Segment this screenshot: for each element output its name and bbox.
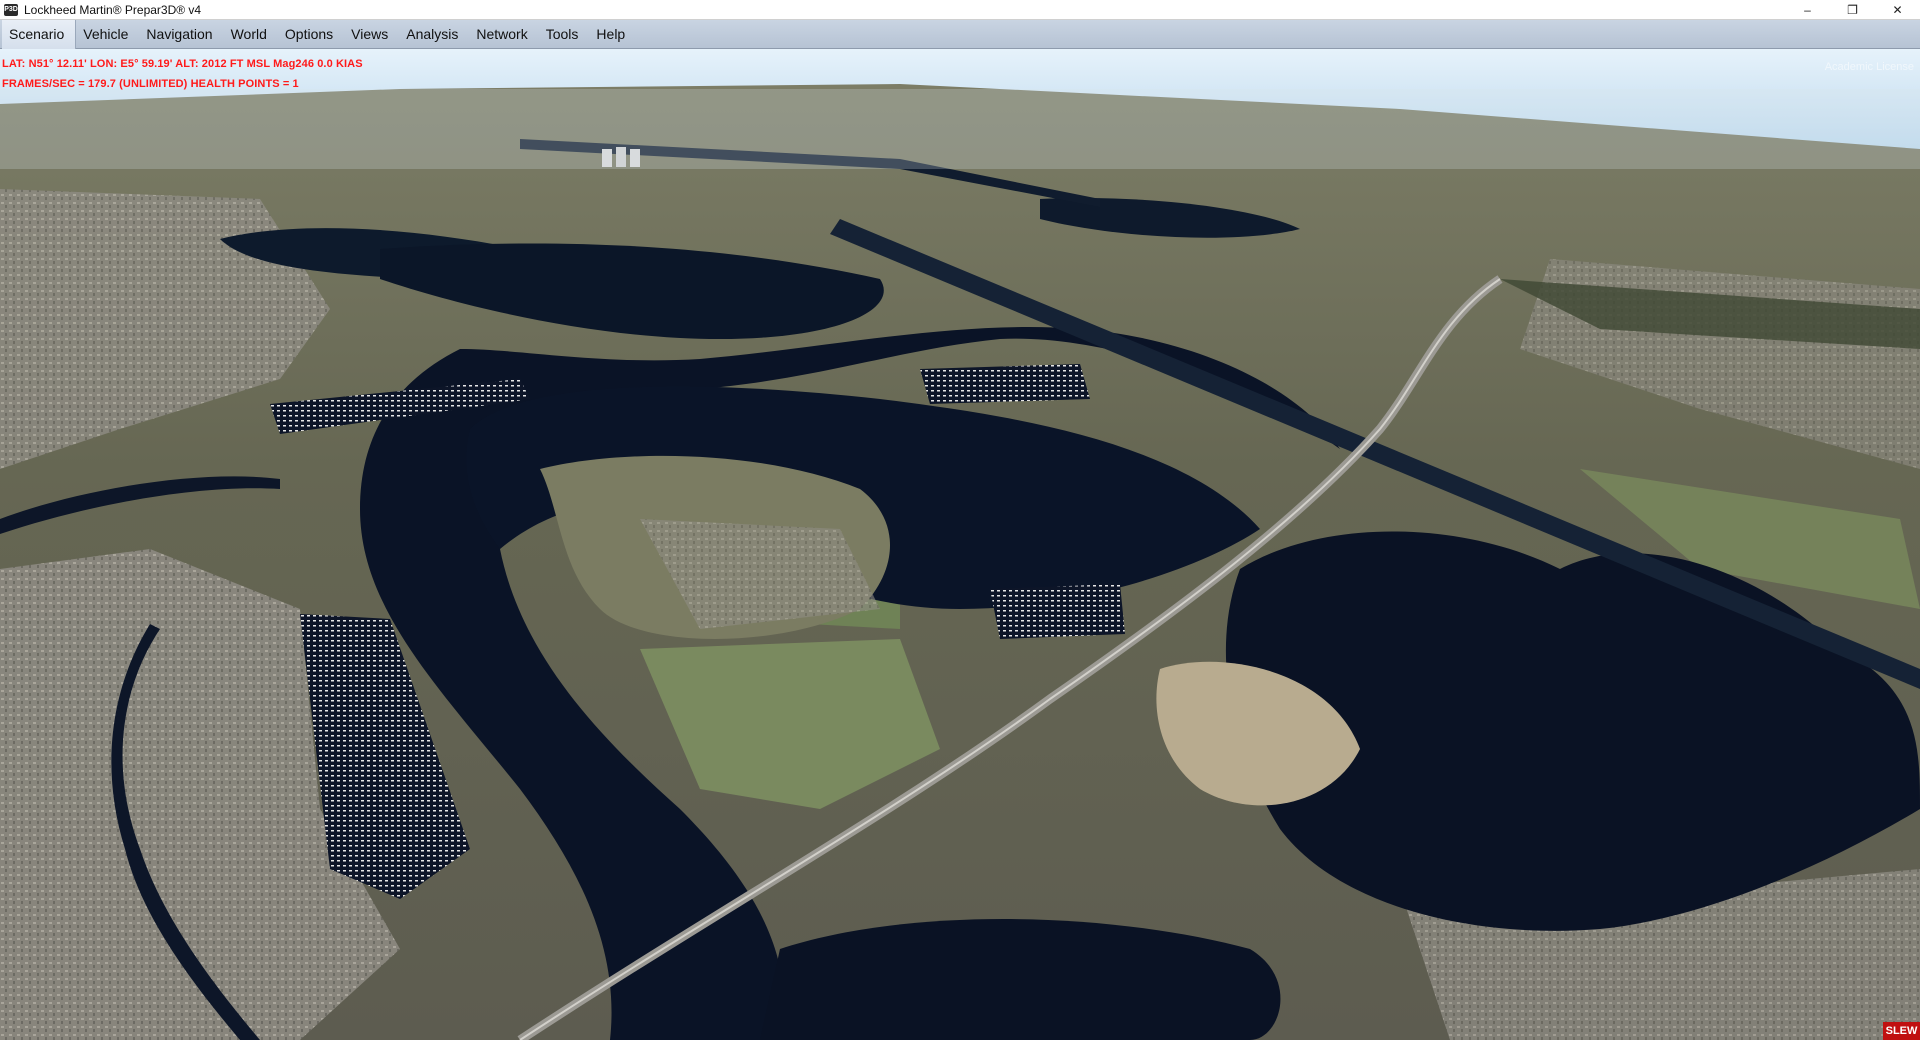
close-button[interactable]: ✕ [1875,0,1920,20]
menu-tools[interactable]: Tools [539,20,590,49]
menu-bar: Scenario Vehicle Navigation World Option… [0,19,1920,49]
menu-options[interactable]: Options [278,20,344,49]
menu-network[interactable]: Network [469,20,538,49]
simulator-3d-viewport[interactable]: LAT: N51° 12.11' LON: E5° 59.19' ALT: 20… [0,49,1920,1040]
menu-analysis[interactable]: Analysis [399,20,469,49]
slew-indicator: SLEW [1883,1022,1920,1040]
window-controls: – ❐ ✕ [1785,0,1920,20]
menu-vehicle[interactable]: Vehicle [76,20,139,49]
menu-world[interactable]: World [224,20,278,49]
horizon-haze [0,89,1920,169]
aerial-scenery [0,49,1920,1040]
menu-help[interactable]: Help [589,20,636,49]
menu-navigation[interactable]: Navigation [139,20,223,49]
hud-framerate-readout: FRAMES/SEC = 179.7 (UNLIMITED) HEALTH PO… [2,78,299,90]
prepar3d-app-icon: P3D [4,3,18,16]
marina-top-center [920,364,1090,404]
hud-position-readout: LAT: N51° 12.11' LON: E5° 59.19' ALT: 20… [2,58,363,70]
window-title: Lockheed Martin® Prepar3D® v4 [24,2,202,17]
menu-scenario[interactable]: Scenario [2,19,77,49]
menu-views[interactable]: Views [344,20,399,49]
minimize-button[interactable]: – [1785,0,1830,20]
license-watermark: Academic License [1824,61,1914,73]
marina-center [990,584,1125,639]
window-title-bar[interactable]: P3D Lockheed Martin® Prepar3D® v4 – ❐ ✕ [0,0,1920,20]
restore-button[interactable]: ❐ [1830,0,1875,20]
